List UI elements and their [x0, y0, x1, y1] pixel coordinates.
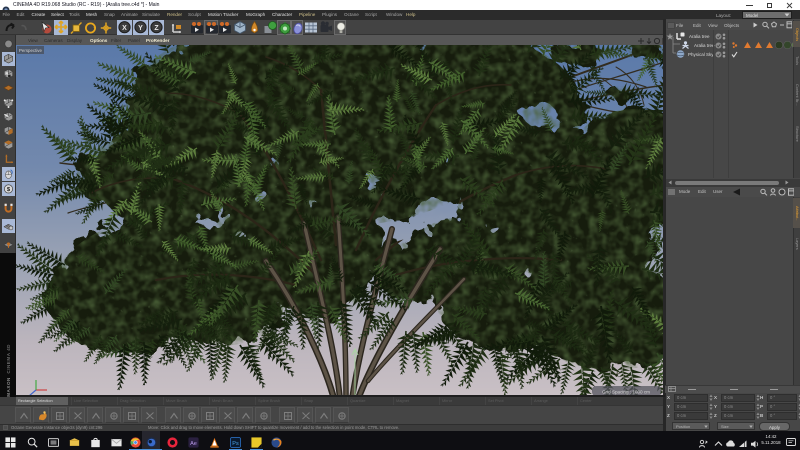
svg-text:Z: Z [154, 25, 159, 32]
svg-text:Grid Spacing : 1000 cm: Grid Spacing : 1000 cm [602, 390, 650, 395]
svg-text:Ae: Ae [190, 441, 197, 447]
svg-text:Ps: Ps [232, 441, 239, 447]
svg-text:X: X [122, 25, 127, 32]
svg-text:Perspective: Perspective [19, 48, 42, 53]
svg-text:Y: Y [138, 25, 143, 32]
